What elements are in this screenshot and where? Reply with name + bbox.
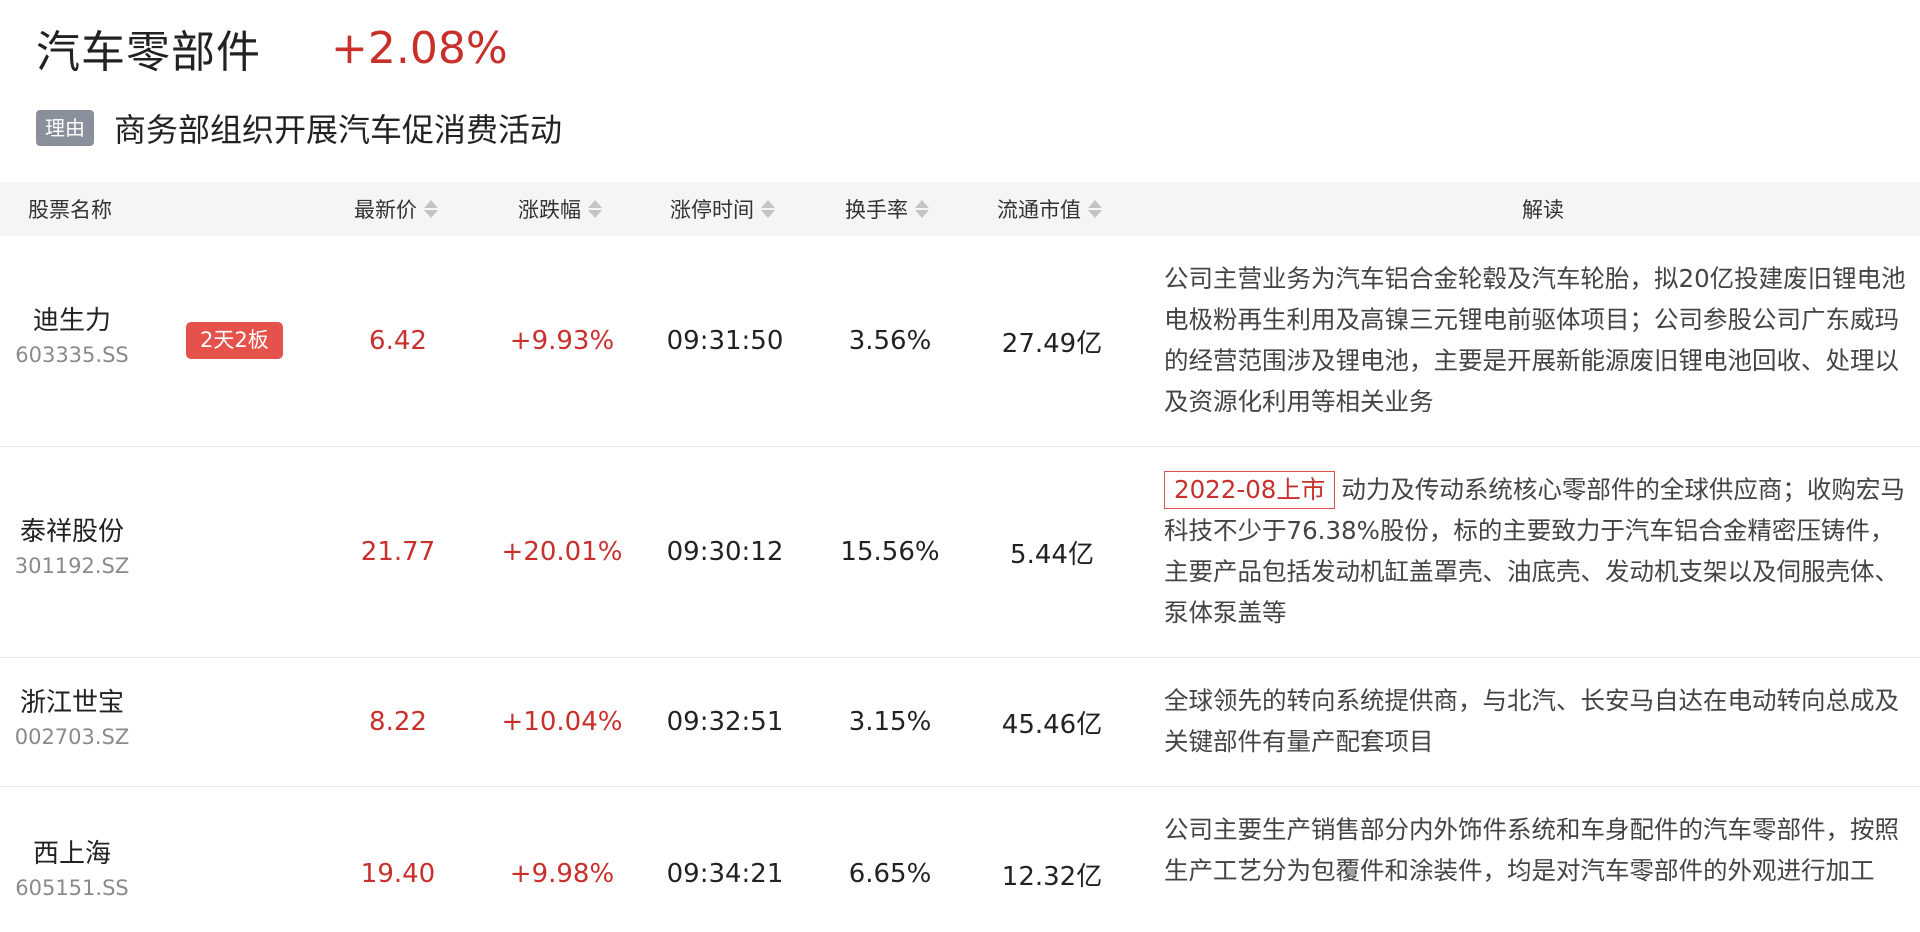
- sort-icon[interactable]: [587, 198, 602, 220]
- limit-time: 09:34:21: [666, 859, 784, 889]
- table-row[interactable]: 迪生力 603335.SS 2天2板 6.42 +9.93% 09:31:50 …: [0, 236, 1920, 447]
- float-market-cap: 27.49亿: [1001, 328, 1103, 359]
- float-market-cap: 45.46亿: [1001, 709, 1103, 740]
- column-header-price[interactable]: 最新价: [354, 182, 438, 236]
- turnover-rate: 15.56%: [840, 537, 940, 567]
- table-header: 股票名称 最新价 涨跌幅 涨停时间 换手率 流通市值 解读: [0, 182, 1920, 236]
- listing-date-tag: 2022-08上市: [1164, 471, 1336, 509]
- reason-text: 商务部组织开展汽车促消费活动: [114, 111, 563, 149]
- sector-change: +2.08%: [331, 22, 508, 74]
- stock-description: 公司主要生产销售部分内外饰件系统和车身配件的汽车零部件，按照生产工艺分为包覆件和…: [1164, 809, 1908, 891]
- board-tag: 2天2板: [186, 322, 283, 360]
- latest-price: 19.40: [360, 859, 436, 889]
- sector-page: 汽车零部件 +2.08% 理由 商务部组织开展汽车促消费活动 股票名称 最新价 …: [0, 0, 1920, 932]
- stock-table: 股票名称 最新价 涨跌幅 涨停时间 换手率 流通市值 解读 迪生力 603335…: [0, 182, 1920, 932]
- stock-name[interactable]: 浙江世宝: [0, 682, 144, 719]
- latest-price: 6.42: [369, 326, 427, 356]
- column-header-limit-time[interactable]: 涨停时间: [670, 182, 775, 236]
- column-header-limit-time-label: 涨停时间: [670, 198, 754, 222]
- column-header-turnover[interactable]: 换手率: [845, 182, 929, 236]
- turnover-rate: 6.65%: [848, 859, 932, 889]
- change-percent: +9.93%: [509, 326, 615, 356]
- stock-name-cell[interactable]: 浙江世宝 002703.SZ: [0, 682, 144, 749]
- description-text: 公司主营业务为汽车铝合金轮毂及汽车轮胎，拟20亿投建废旧锂电池电极粉再生利用及高…: [1164, 264, 1906, 416]
- turnover-rate: 3.56%: [848, 326, 932, 356]
- column-header-change-label: 涨跌幅: [518, 198, 581, 222]
- stock-description: 2022-08上市 动力及传动系统核心零部件的全球供应商；收购宏马科技不少于76.…: [1164, 469, 1908, 633]
- latest-price: 21.77: [360, 537, 436, 567]
- column-header-name: 股票名称: [28, 182, 112, 236]
- turnover-rate: 3.15%: [848, 707, 932, 737]
- sort-icon[interactable]: [914, 198, 929, 220]
- column-header-change[interactable]: 涨跌幅: [518, 182, 602, 236]
- column-header-float-cap[interactable]: 流通市值: [997, 182, 1102, 236]
- description-text: 全球领先的转向系统提供商，与北汽、长安马自达在电动转向总成及关键部件有量产配套项…: [1164, 686, 1899, 756]
- table-row[interactable]: 浙江世宝 002703.SZ 8.22 +10.04% 09:32:51 3.1…: [0, 658, 1920, 787]
- stock-description: 公司主营业务为汽车铝合金轮毂及汽车轮胎，拟20亿投建废旧锂电池电极粉再生利用及高…: [1164, 258, 1908, 422]
- stock-name[interactable]: 迪生力: [0, 300, 144, 337]
- reason-badge: 理由: [36, 110, 94, 146]
- limit-time: 09:32:51: [666, 707, 784, 737]
- table-row[interactable]: 泰祥股份 301192.SZ 21.77 +20.01% 09:30:12 15…: [0, 447, 1920, 658]
- column-header-desc-label: 解读: [1522, 198, 1564, 222]
- stock-name-cell[interactable]: 西上海 605151.SS: [0, 833, 144, 900]
- stock-code: 603335.SS: [15, 343, 129, 367]
- float-market-cap: 12.32亿: [1001, 861, 1103, 892]
- sector-header: 汽车零部件 +2.08%: [36, 18, 508, 79]
- stock-name[interactable]: 西上海: [0, 833, 144, 870]
- stock-code: 301192.SZ: [14, 554, 130, 578]
- stock-code: 002703.SZ: [14, 725, 130, 749]
- stock-name-cell[interactable]: 迪生力 603335.SS: [0, 300, 144, 367]
- table-row[interactable]: 西上海 605151.SS 19.40 +9.98% 09:34:21 6.65…: [0, 787, 1920, 932]
- reason-line: 理由 商务部组织开展汽车促消费活动: [36, 104, 562, 152]
- column-header-desc: 解读: [1522, 182, 1564, 236]
- stock-description: 全球领先的转向系统提供商，与北汽、长安马自达在电动转向总成及关键部件有量产配套项…: [1164, 680, 1908, 762]
- column-header-price-label: 最新价: [354, 198, 417, 222]
- stock-code: 605151.SS: [15, 876, 129, 900]
- sector-name: 汽车零部件: [36, 27, 261, 78]
- sort-icon[interactable]: [760, 198, 775, 220]
- sort-icon[interactable]: [1087, 198, 1102, 220]
- stock-name-cell[interactable]: 泰祥股份 301192.SZ: [0, 511, 144, 578]
- change-percent: +10.04%: [501, 707, 623, 737]
- change-percent: +9.98%: [509, 859, 615, 889]
- change-percent: +20.01%: [501, 537, 623, 567]
- column-header-name-label: 股票名称: [28, 198, 112, 222]
- column-header-float-cap-label: 流通市值: [997, 198, 1081, 222]
- stock-name[interactable]: 泰祥股份: [0, 511, 144, 548]
- description-text: 公司主要生产销售部分内外饰件系统和车身配件的汽车零部件，按照生产工艺分为包覆件和…: [1164, 815, 1899, 885]
- float-market-cap: 5.44亿: [1010, 539, 1094, 570]
- column-header-turnover-label: 换手率: [845, 198, 908, 222]
- latest-price: 8.22: [369, 707, 427, 737]
- sort-icon[interactable]: [423, 198, 438, 220]
- limit-time: 09:30:12: [666, 537, 784, 567]
- limit-time: 09:31:50: [666, 326, 784, 356]
